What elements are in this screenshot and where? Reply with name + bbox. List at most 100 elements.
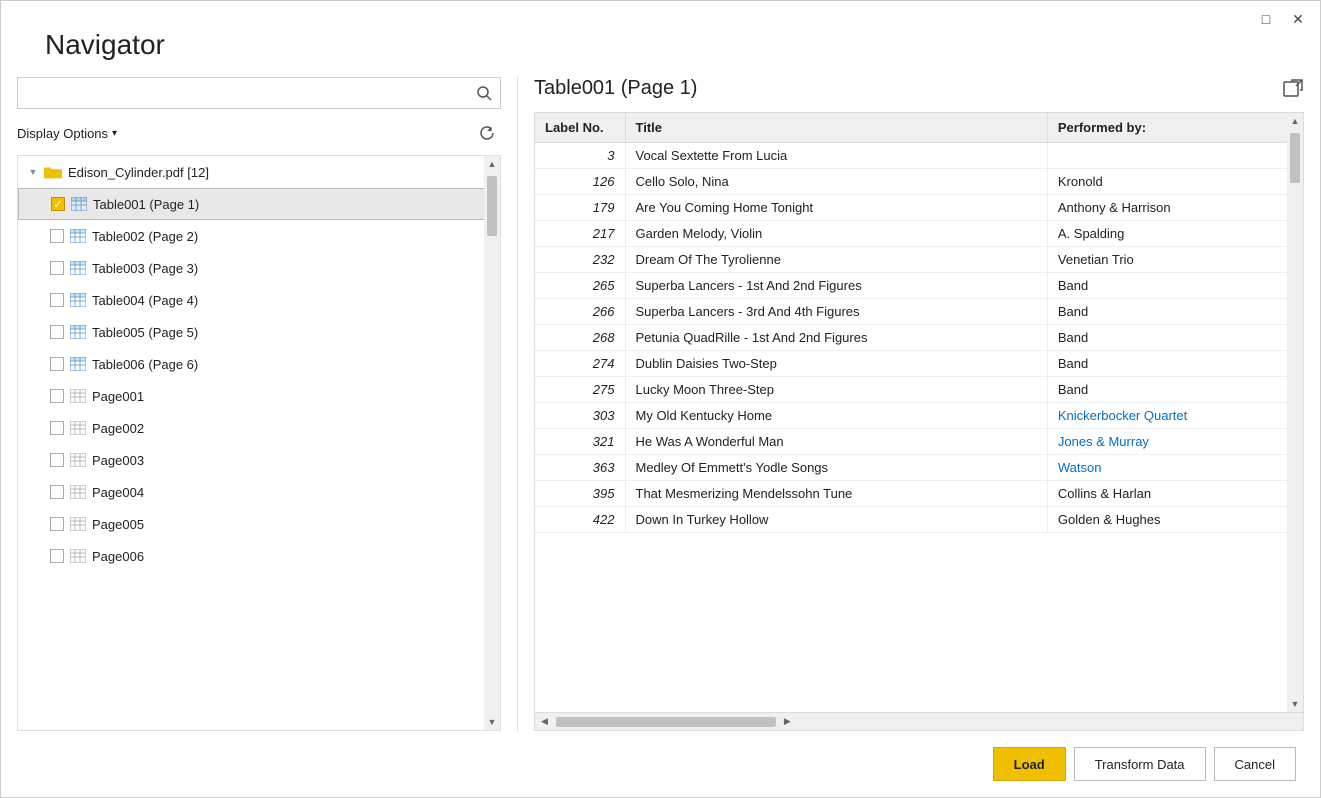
dialog-body: Display Options ▾ ▼ [1,77,1320,731]
tree-item-checkbox[interactable] [50,549,64,563]
cell-title: Dream Of The Tyrolienne [625,247,1047,273]
refresh-icon-button[interactable] [473,119,501,147]
tree-item-checkbox[interactable] [50,293,64,307]
tree-item[interactable]: ✓ Table001 (Page 1) [18,188,500,220]
table-icon [70,293,86,307]
tree-item[interactable]: Table003 (Page 3) [18,252,500,284]
cell-title: Garden Melody, Violin [625,221,1047,247]
chevron-down-icon: ▾ [112,128,117,139]
tree-item-checkbox[interactable] [50,485,64,499]
table-row: 266Superba Lancers - 3rd And 4th Figures… [535,299,1303,325]
tree-item[interactable]: Table002 (Page 2) [18,220,500,252]
cell-label: 303 [535,403,625,429]
cell-performed: Golden & Hughes [1047,507,1303,533]
tree-item[interactable]: Page003 [18,444,500,476]
cell-title: Vocal Sextette From Lucia [625,143,1047,169]
col-header-label: Label No. [535,113,625,143]
scroll-thumb [487,176,497,236]
search-bar [17,77,501,109]
tree-item-label: Table006 (Page 6) [92,357,198,372]
tree-item-checkbox[interactable] [50,453,64,467]
tree-item[interactable]: Page002 [18,412,500,444]
tree-item-checkbox[interactable] [50,517,64,531]
left-panel: Display Options ▾ ▼ [17,77,517,731]
cell-title: Lucky Moon Three-Step [625,377,1047,403]
table-scroll-left-button[interactable]: ◀ [537,716,552,727]
table-body: 3Vocal Sextette From Lucia126Cello Solo,… [535,143,1303,533]
minimize-button[interactable]: □ [1256,9,1276,29]
cell-performed: Band [1047,351,1303,377]
tree-item[interactable]: Page001 [18,380,500,412]
tree-item[interactable]: Table006 (Page 6) [18,348,500,380]
tree-item-checkbox[interactable] [50,229,64,243]
table-scroll-area: Label No. Title Performed by: 3Vocal Sex… [535,113,1303,712]
table-scroll-up-button[interactable]: ▲ [1287,113,1303,129]
display-options-row: Display Options ▾ [17,119,501,147]
tree-item-checkbox[interactable] [50,357,64,371]
tree-item[interactable]: Table005 (Page 5) [18,316,500,348]
cell-title: Down In Turkey Hollow [625,507,1047,533]
preview-title-row: Table001 (Page 1) [534,77,1304,100]
table-icon [70,229,86,243]
table-row: 303My Old Kentucky HomeKnickerbocker Qua… [535,403,1303,429]
cell-performed: Anthony & Harrison [1047,195,1303,221]
data-table: Label No. Title Performed by: 3Vocal Sex… [535,113,1303,533]
cell-label: 274 [535,351,625,377]
table-row: 275Lucky Moon Three-StepBand [535,377,1303,403]
table-hscrollbar: ◀ ▶ [535,712,1303,730]
tree-root[interactable]: ▼ Edison_Cylinder.pdf [12] [18,156,500,188]
cell-title: That Mesmerizing Mendelssohn Tune [625,481,1047,507]
preview-icon-button[interactable] [1282,78,1304,100]
tree-item[interactable]: Table004 (Page 4) [18,284,500,316]
table-row: 126Cello Solo, NinaKronold [535,169,1303,195]
search-input[interactable] [18,82,468,105]
table-icon [70,453,86,467]
col-header-title: Title [625,113,1047,143]
table-row: 3Vocal Sextette From Lucia [535,143,1303,169]
tree-item-checkbox[interactable]: ✓ [51,197,65,211]
cell-label: 126 [535,169,625,195]
cell-label: 321 [535,429,625,455]
titlebar: □ ✕ [1,1,1320,29]
tree-item[interactable]: Page005 [18,508,500,540]
tree-item-label: Table003 (Page 3) [92,261,198,276]
search-icon [477,86,492,101]
cell-performed: Knickerbocker Quartet [1047,403,1303,429]
cancel-button[interactable]: Cancel [1214,747,1296,781]
table-icon [70,389,86,403]
tree-item[interactable]: Page006 [18,540,500,572]
table-scroll-right-button[interactable]: ▶ [780,716,795,727]
table-icon [70,549,86,563]
tree-item-checkbox[interactable] [50,421,64,435]
transform-data-button[interactable]: Transform Data [1074,747,1206,781]
table-scroll-down-button[interactable]: ▼ [1287,696,1303,712]
close-button[interactable]: ✕ [1288,9,1308,29]
tree-item-label: Page005 [92,517,144,532]
cell-performed: Jones & Murray [1047,429,1303,455]
table-row: 232Dream Of The TyrolienneVenetian Trio [535,247,1303,273]
cell-title: Medley Of Emmett's Yodle Songs [625,455,1047,481]
tree-item-checkbox[interactable] [50,325,64,339]
cell-title: Superba Lancers - 3rd And 4th Figures [625,299,1047,325]
search-icon-button[interactable] [468,77,500,109]
table-row: 422Down In Turkey HollowGolden & Hughes [535,507,1303,533]
display-options-label: Display Options [17,126,108,141]
scroll-down-button[interactable]: ▼ [484,714,500,730]
scroll-up-button[interactable]: ▲ [484,156,500,172]
table-row: 363Medley Of Emmett's Yodle SongsWatson [535,455,1303,481]
table-icon [70,485,86,499]
tree-item-checkbox[interactable] [50,261,64,275]
table-icon [70,357,86,371]
tree-item[interactable]: Page004 [18,476,500,508]
table-row: 395That Mesmerizing Mendelssohn TuneColl… [535,481,1303,507]
cell-label: 217 [535,221,625,247]
table-row: 268Petunia QuadRille - 1st And 2nd Figur… [535,325,1303,351]
load-button[interactable]: Load [993,747,1066,781]
tree-item-checkbox[interactable] [50,389,64,403]
table-vscrollbar: ▲ ▼ [1287,113,1303,712]
cell-performed: Venetian Trio [1047,247,1303,273]
table-icon [70,517,86,531]
display-options-button[interactable]: Display Options ▾ [17,126,117,141]
preview-title: Table001 (Page 1) [534,77,697,100]
cell-performed: Band [1047,273,1303,299]
